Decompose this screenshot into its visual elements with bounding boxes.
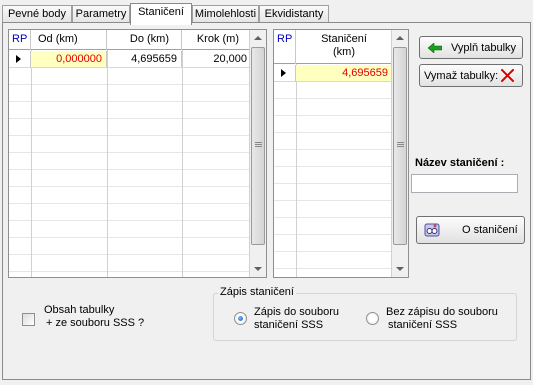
od-cell[interactable]: 0,000000 xyxy=(31,51,107,68)
about-staniceni-label: O staničení xyxy=(462,224,518,236)
x-icon xyxy=(501,69,515,82)
krok-column-header[interactable]: Krok (m) xyxy=(182,30,252,50)
arrow-down-icon xyxy=(254,267,262,271)
checkbox-label-line: + ze souboru SSS ? xyxy=(46,317,145,329)
stations-grid-empty-rows xyxy=(274,82,393,277)
radio-label-line: staničení SSS xyxy=(388,319,458,331)
do-column-header[interactable]: Do (km) xyxy=(107,30,182,50)
stations-grid[interactable]: RP Staničení (km) 4,695659 xyxy=(273,29,409,278)
header-line: (km) xyxy=(333,46,355,58)
tab-mimolehlosti[interactable]: Mimolehlosti xyxy=(192,5,259,23)
tab-staniceni[interactable]: Staničení xyxy=(130,3,192,25)
tab-label: Parametry xyxy=(75,8,127,20)
grid-divider xyxy=(31,50,32,277)
fill-tables-button[interactable]: Vyplň tabulky xyxy=(419,36,523,59)
ranges-grid[interactable]: RP Od (km) Do (km) Krok (m) 0,000000 4,6… xyxy=(8,29,267,278)
checkbox-label-line: Obsah tabulky xyxy=(44,304,115,316)
do-cell[interactable]: 4,695659 xyxy=(107,51,182,68)
scroll-down-button[interactable] xyxy=(250,261,266,277)
rp-column-header: RP xyxy=(274,30,296,64)
tab-ekvidistanty[interactable]: Ekvidistanty xyxy=(259,5,329,23)
krok-cell[interactable]: 20,000 xyxy=(182,51,252,68)
content-from-sss-checkbox[interactable] xyxy=(22,313,35,326)
header-line: Staničení xyxy=(321,33,367,45)
current-row-arrow-icon xyxy=(281,69,286,77)
grid-divider xyxy=(107,50,108,277)
ranges-grid-header: RP Od (km) Do (km) Krok (m) xyxy=(9,30,252,50)
grip-line xyxy=(397,144,404,145)
radio-selected-dot xyxy=(238,316,243,321)
save-to-sss-label: Zápis do souboru staničení SSS xyxy=(254,306,339,332)
scroll-up-button[interactable] xyxy=(250,30,266,46)
tab-label: Pevné body xyxy=(7,8,67,20)
tab-label: Mimolehlosti xyxy=(194,8,257,20)
radio-label-line: staničení SSS xyxy=(254,319,324,331)
current-row-arrow-icon xyxy=(16,55,21,63)
grip-line xyxy=(255,146,262,147)
staniceni-cell[interactable]: 4,695659 xyxy=(296,65,393,82)
grid-divider xyxy=(296,64,297,277)
staniceni-column-header[interactable]: Staničení (km) xyxy=(296,30,393,64)
row-indicator xyxy=(9,51,31,68)
grip-line xyxy=(255,144,262,145)
stations-grid-scrollbar[interactable] xyxy=(391,30,408,277)
content-from-sss-label: Obsah tabulky + ze souboru SSS ? xyxy=(44,304,144,330)
tab-label: Ekvidistanty xyxy=(264,8,324,20)
info-glasses-icon xyxy=(424,223,440,237)
arrow-down-icon xyxy=(396,267,404,271)
radio-label-line: Bez zápisu do souboru xyxy=(386,306,498,318)
tab-label: Staničení xyxy=(138,6,184,18)
clear-tables-label: Vymaž tabulky: xyxy=(424,69,499,82)
grip-line xyxy=(397,142,404,143)
save-staniceni-group: Zápis staničení Zápis do souboru staniče… xyxy=(213,286,517,341)
scroll-thumb[interactable] xyxy=(393,47,407,245)
staniceni-name-input[interactable] xyxy=(411,174,518,193)
arrow-up-icon xyxy=(254,36,262,40)
clear-tables-button[interactable]: Vymaž tabulky: xyxy=(419,64,523,87)
tab-parametry[interactable]: Parametry xyxy=(72,5,130,23)
arrow-left-icon xyxy=(428,42,442,53)
no-save-label: Bez zápisu do souboru staničení SSS xyxy=(386,306,498,332)
tab-pevne-body[interactable]: Pevné body xyxy=(2,5,72,23)
radio-label-line: Zápis do souboru xyxy=(254,306,339,318)
staniceni-name-label: Název staničení : xyxy=(415,157,505,169)
fill-tables-label: Vyplň tabulky xyxy=(451,41,517,54)
save-to-sss-radio[interactable] xyxy=(234,312,247,325)
grip-line xyxy=(397,146,404,147)
grid-divider xyxy=(182,50,183,277)
ranges-grid-scrollbar[interactable] xyxy=(249,30,266,277)
stations-grid-header: RP Staničení (km) xyxy=(274,30,393,64)
scroll-down-button[interactable] xyxy=(392,261,408,277)
grip-line xyxy=(255,142,262,143)
od-column-header[interactable]: Od (km) xyxy=(31,30,107,50)
rp-column-header: RP xyxy=(9,30,31,50)
group-title: Zápis staničení xyxy=(218,286,296,298)
about-staniceni-button[interactable]: O staničení xyxy=(416,216,525,244)
tab-panel-staniceni: RP Od (km) Do (km) Krok (m) 0,000000 4,6… xyxy=(2,22,531,380)
scroll-thumb[interactable] xyxy=(251,47,265,245)
ranges-grid-empty-rows xyxy=(9,68,251,277)
row-indicator xyxy=(274,65,296,82)
arrow-up-icon xyxy=(396,36,404,40)
scroll-up-button[interactable] xyxy=(392,30,408,46)
no-save-radio[interactable] xyxy=(366,312,379,325)
